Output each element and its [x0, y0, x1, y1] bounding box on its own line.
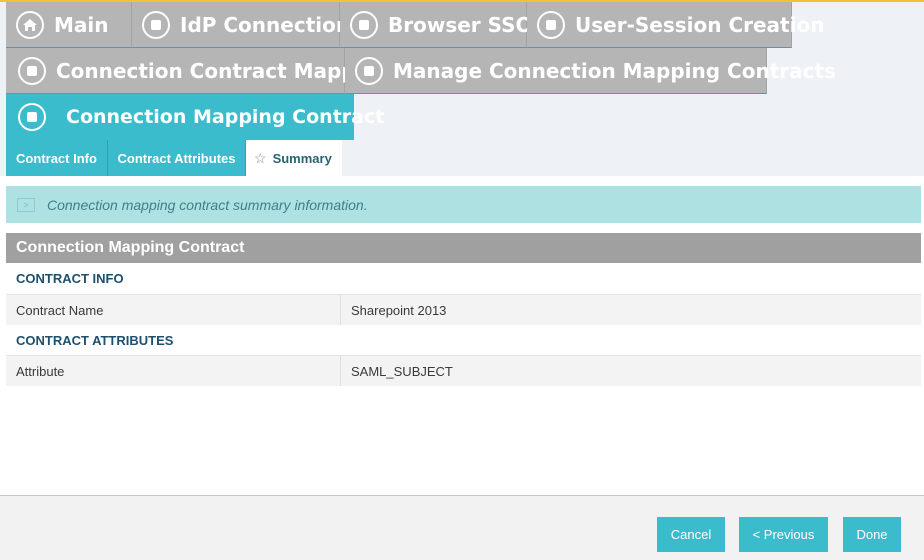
tab-summary[interactable]: ☆ Summary — [246, 140, 342, 176]
page-title: Connection Mapping Contract — [66, 106, 385, 128]
breadcrumb-browser-sso[interactable]: Browser SSO — [340, 2, 533, 48]
row-value: Sharepoint 2013 — [351, 302, 447, 318]
tab-contract-info[interactable]: Contract Info — [6, 140, 108, 176]
info-message-bar: > Connection mapping contract summary in… — [6, 186, 921, 223]
row-label: Attribute — [6, 356, 341, 386]
tab-contract-attributes[interactable]: Contract Attributes — [108, 140, 246, 176]
home-icon — [16, 10, 44, 39]
stop-circle-icon — [355, 56, 383, 85]
tab-label: Contract Attributes — [117, 150, 236, 166]
star-icon: ☆ — [254, 149, 267, 166]
stop-circle-icon — [142, 10, 170, 39]
tab-label: Summary — [272, 150, 332, 166]
breadcrumb-current-connection-mapping-contract: Connection Mapping Contract — [6, 94, 384, 140]
breadcrumb-manage-connection-mapping-contracts[interactable]: Manage Connection Mapping Contracts — [345, 48, 836, 94]
message-icon: > — [17, 197, 35, 212]
summary-row-contract-name: Contract Name Sharepoint 2013 — [6, 294, 921, 325]
previous-button[interactable]: < Previous — [739, 517, 828, 552]
info-message-text: Connection mapping contract summary info… — [47, 196, 368, 213]
tab-label: Contract Info — [16, 150, 97, 166]
panel-title: Connection Mapping Contract — [16, 239, 245, 256]
cancel-button[interactable]: Cancel — [657, 517, 725, 552]
breadcrumb-label: Manage Connection Mapping Contracts — [393, 58, 836, 83]
stop-circle-icon — [537, 10, 565, 39]
stop-circle-icon — [18, 103, 46, 131]
breadcrumb-label: Browser SSO — [388, 12, 533, 37]
breadcrumb-idp-connection[interactable]: IdP Connection — [132, 2, 350, 48]
breadcrumb-label: Main — [54, 12, 109, 37]
row-label: Contract Name — [6, 295, 341, 325]
section-title-contract-info: CONTRACT INFO — [16, 271, 124, 286]
stop-circle-icon — [18, 56, 46, 85]
panel-header: Connection Mapping Contract — [6, 233, 921, 263]
row-value: SAML_SUBJECT — [351, 363, 453, 379]
breadcrumb-main[interactable]: Main — [6, 2, 132, 48]
breadcrumb-connection-contract-mapping[interactable]: Connection Contract Mapping — [6, 48, 391, 94]
breadcrumb-user-session-creation[interactable]: User-Session Creation — [527, 2, 824, 48]
done-button[interactable]: Done — [843, 517, 901, 552]
section-title-contract-attributes: CONTRACT ATTRIBUTES — [16, 333, 174, 348]
breadcrumb-label: Connection Contract Mapping — [56, 58, 392, 83]
stop-circle-icon — [350, 10, 378, 39]
summary-row-attribute: Attribute SAML_SUBJECT — [6, 355, 921, 386]
breadcrumb-label: User-Session Creation — [575, 12, 825, 37]
breadcrumb-label: IdP Connection — [180, 12, 351, 37]
